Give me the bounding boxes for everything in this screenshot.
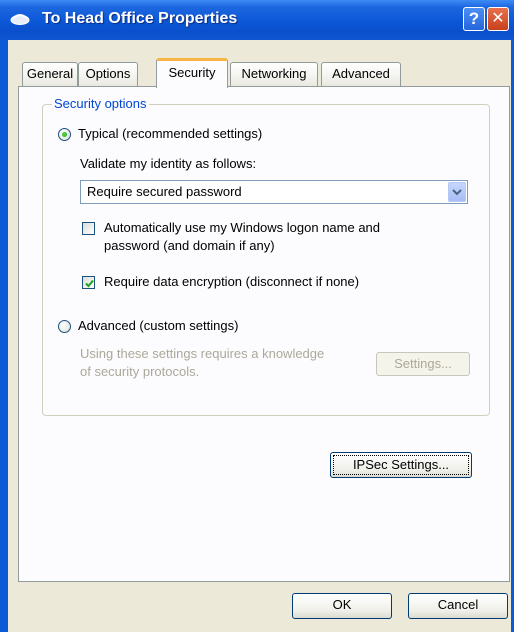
ipsec-settings-label: IPSec Settings... [352, 457, 450, 472]
settings-button[interactable]: Settings... [376, 352, 470, 376]
typical-radio[interactable] [58, 128, 71, 141]
encryption-checkbox[interactable] [82, 276, 95, 289]
ipsec-focus-rect: IPSec Settings... [333, 455, 469, 475]
tab-advanced[interactable]: Advanced [321, 62, 401, 86]
validate-label: Validate my identity as follows: [80, 156, 257, 171]
checkmark-icon [85, 279, 94, 288]
tab-options[interactable]: Options [78, 62, 138, 86]
auto-logon-label-line1[interactable]: Automatically use my Windows logon name … [104, 220, 380, 235]
ok-button[interactable]: OK [292, 593, 392, 619]
advanced-radio[interactable] [58, 320, 71, 333]
close-icon: ✕ [491, 10, 505, 27]
tab-advanced-label: Advanced [332, 66, 390, 81]
radio-selected-dot [62, 132, 67, 137]
close-button[interactable]: ✕ [487, 7, 509, 31]
auto-logon-label-line2[interactable]: password (and domain if any) [104, 238, 275, 253]
cancel-button[interactable]: Cancel [408, 593, 508, 619]
advanced-note-line1: Using these settings requires a knowledg… [80, 346, 325, 361]
advanced-note-line2: of security protocols. [80, 364, 200, 379]
tab-security-label: Security [168, 65, 216, 80]
settings-button-label: Settings... [394, 356, 452, 371]
ipsec-settings-button[interactable]: IPSec Settings... [330, 452, 472, 478]
auto-logon-checkbox[interactable] [82, 222, 95, 235]
security-options-title: Security options [52, 96, 149, 111]
title-bar[interactable]: To Head Office Properties ? ✕ [0, 0, 514, 40]
tab-general[interactable]: General [22, 62, 78, 86]
validate-identity-select[interactable]: Require secured password [80, 180, 468, 204]
tab-general-label: General [26, 66, 74, 81]
encryption-label[interactable]: Require data encryption (disconnect if n… [104, 274, 359, 289]
typical-label[interactable]: Typical (recommended settings) [78, 126, 262, 141]
tab-options-label: Options [85, 66, 131, 81]
advanced-label[interactable]: Advanced (custom settings) [78, 318, 238, 333]
validate-select-value: Require secured password [87, 184, 242, 199]
help-button[interactable]: ? [463, 7, 485, 31]
window-title: To Head Office Properties [42, 10, 238, 27]
ok-button-label: OK [332, 597, 352, 612]
help-icon: ? [468, 9, 480, 28]
tab-networking[interactable]: Networking [230, 62, 318, 86]
phone-connection-icon [9, 11, 31, 27]
chevron-down-icon[interactable] [448, 182, 466, 202]
cancel-button-label: Cancel [437, 597, 479, 612]
properties-window: To Head Office Properties ? ✕ General Op… [0, 0, 514, 632]
tab-security[interactable]: Security [156, 58, 228, 88]
dialog-body: General Options Security Networking Adva… [8, 40, 511, 632]
tab-networking-label: Networking [241, 66, 307, 81]
